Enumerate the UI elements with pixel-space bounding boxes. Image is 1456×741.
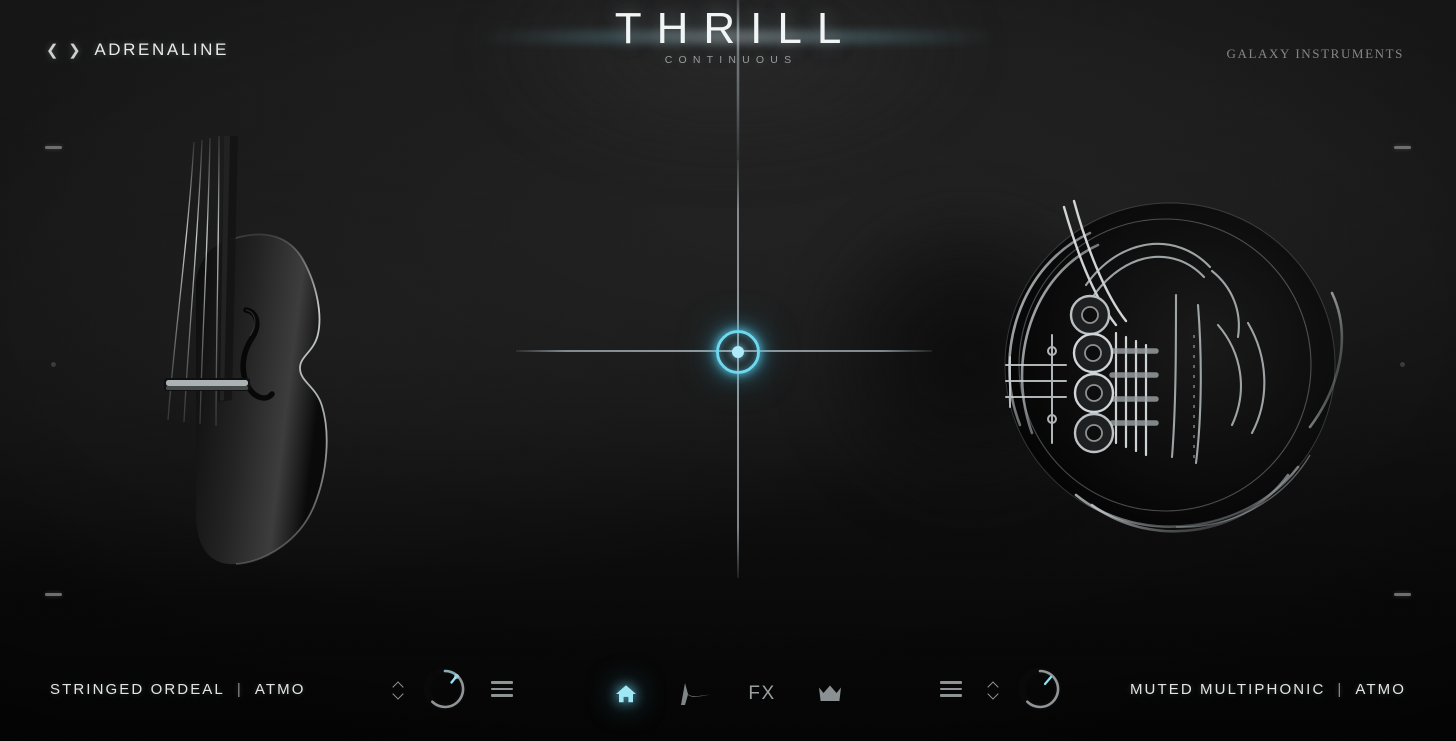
chevron-up-icon[interactable] [394, 682, 404, 688]
hamburger-menu-icon [939, 681, 962, 684]
chevron-right-icon[interactable]: ❯ [68, 43, 83, 58]
nav-tab-fx-label: FX [748, 683, 776, 704]
xy-morph-pad[interactable] [0, 0, 1456, 741]
frame-tick-bottom-right [1394, 593, 1411, 596]
slot-left-stepper[interactable] [389, 682, 409, 697]
nav-tab-home[interactable] [607, 677, 645, 711]
slot-right-articulation[interactable]: ATMO [1355, 681, 1406, 698]
slot-left-source-name[interactable]: STRINGED ORDEAL [50, 681, 225, 698]
chevron-left-icon[interactable]: ❮ [46, 43, 61, 58]
thrill-plugin-window: ❮ ❯ ADRENALINE THRILL CONTINUOUS GALAXY … [0, 0, 1456, 741]
chevron-down-icon[interactable] [394, 691, 404, 697]
slot-right-controls: MUTED MULTIPHONIC | ATMO [939, 665, 1406, 713]
chevron-up-icon[interactable] [989, 682, 999, 688]
slot-right-volume-knob[interactable] [1016, 665, 1064, 713]
frame-tick-top-right [1394, 146, 1411, 149]
slot-left-articulation[interactable]: ATMO [255, 681, 306, 698]
slot-left-volume-knob[interactable] [421, 665, 469, 713]
page-navigation: FX [607, 677, 849, 711]
frame-dot-right [1400, 362, 1405, 367]
nav-tab-fx[interactable]: FX [743, 677, 781, 711]
slot-right-label[interactable]: MUTED MULTIPHONIC | ATMO [1130, 681, 1406, 698]
slot-left-menu-button[interactable] [491, 678, 514, 700]
bottom-control-bar: STRINGED ORDEAL | ATMO FX MUTED MULTIPHO… [0, 641, 1456, 741]
preset-name[interactable]: ADRENALINE [94, 40, 229, 60]
preset-navigator[interactable]: ❮ ❯ ADRENALINE [46, 40, 229, 60]
frame-tick-bottom-left [45, 593, 62, 596]
slot-right-menu-button[interactable] [939, 678, 962, 700]
nav-tab-crown[interactable] [811, 677, 849, 711]
slot-right-separator: | [1337, 680, 1344, 698]
slot-left-separator: | [236, 680, 243, 698]
xy-handle-core [732, 346, 744, 358]
slot-right-stepper[interactable] [984, 682, 1004, 697]
nav-tab-envelope[interactable] [675, 677, 713, 711]
hamburger-menu-icon [491, 681, 514, 684]
slot-right-source-name[interactable]: MUTED MULTIPHONIC [1130, 681, 1325, 698]
slot-left-label[interactable]: STRINGED ORDEAL | ATMO [50, 681, 305, 698]
frame-tick-top-left [45, 146, 62, 149]
frame-dot-left [51, 362, 56, 367]
vendor-name: GALAXY INSTRUMENTS [1226, 46, 1404, 61]
chevron-down-icon[interactable] [989, 691, 999, 697]
slot-left-controls: STRINGED ORDEAL | ATMO [50, 665, 514, 713]
xy-morph-handle[interactable] [712, 326, 764, 378]
